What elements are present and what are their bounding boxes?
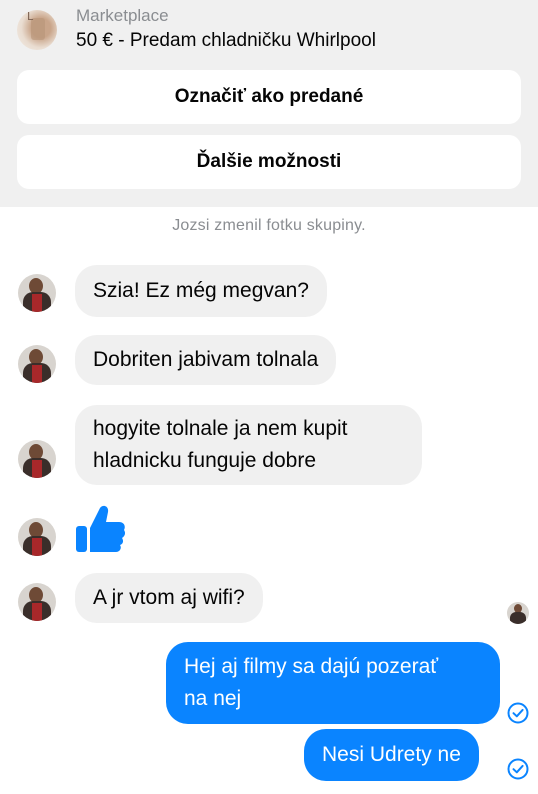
incoming-message[interactable]: hogyite tolnale ja nem kupit hladnicku f… bbox=[75, 405, 422, 485]
message-text: Nesi Udrety ne bbox=[322, 743, 461, 766]
message-text: A jr vtom aj wifi? bbox=[93, 586, 245, 609]
listing-thumbnail[interactable] bbox=[17, 10, 57, 50]
message-text-line: hogyite tolnale ja nem kupit bbox=[93, 417, 348, 440]
thumbs-up-icon[interactable] bbox=[73, 502, 127, 556]
marketplace-label: Marketplace bbox=[76, 6, 169, 25]
avatar[interactable] bbox=[18, 583, 56, 621]
message-text-line: hladnicku funguje dobre bbox=[93, 449, 317, 472]
incoming-message[interactable]: A jr vtom aj wifi? bbox=[75, 573, 263, 623]
message-text-line: na nej bbox=[184, 687, 242, 710]
delivered-check-icon bbox=[507, 758, 529, 780]
avatar[interactable] bbox=[18, 345, 56, 383]
avatar[interactable] bbox=[18, 518, 56, 556]
message-text: Dobriten jabivam tolnala bbox=[93, 348, 319, 371]
avatar[interactable] bbox=[18, 274, 56, 312]
message-text-line: Hej aj filmy sa dajú pozerať bbox=[184, 655, 439, 678]
group-photo-changed-notice: Jozsi zmenil fotku skupiny. bbox=[172, 217, 366, 234]
avatar[interactable] bbox=[18, 440, 56, 478]
marketplace-header: L Marketplace 50 € - Predam chladničku W… bbox=[0, 0, 538, 207]
outgoing-message[interactable]: Nesi Udrety ne bbox=[304, 729, 479, 781]
seen-indicator-avatar bbox=[507, 602, 529, 624]
incoming-message[interactable]: Dobriten jabivam tolnala bbox=[75, 335, 337, 385]
delivered-check-icon bbox=[507, 702, 529, 724]
more-options-button[interactable]: Ďalšie možnosti bbox=[17, 135, 521, 189]
outgoing-message[interactable]: Hej aj filmy sa dajú pozerať na nej bbox=[166, 642, 500, 724]
incoming-message[interactable]: Szia! Ez még megvan? bbox=[75, 265, 327, 317]
listing-title[interactable]: 50 € - Predam chladničku Whirlpool bbox=[76, 30, 376, 52]
listing-thumbnail-mark: L bbox=[27, 10, 34, 23]
message-text: Szia! Ez még megvan? bbox=[93, 279, 309, 302]
mark-as-sold-button[interactable]: Označiť ako predané bbox=[17, 70, 521, 124]
